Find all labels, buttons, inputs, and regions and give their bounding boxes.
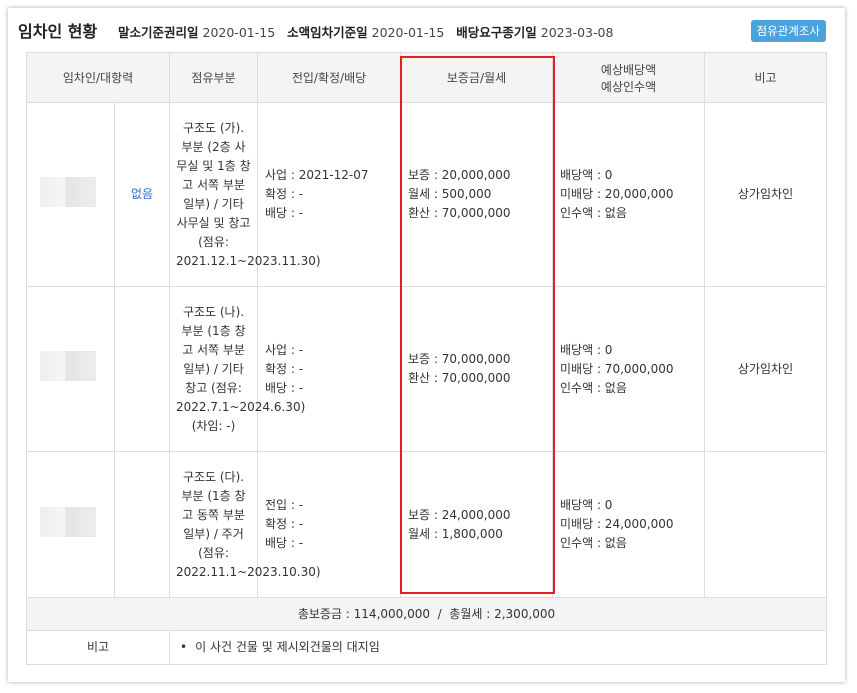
deposit-line: 보증 : 70,000,000 — [408, 352, 511, 366]
table-row: 없음 구조도 (가). 부분 (2층 사무실 및 1층 창고 서쪽 부분 일부)… — [26, 102, 828, 287]
confirm-line: 확정 : - — [265, 361, 304, 376]
redacted-block — [40, 506, 96, 537]
dividend-amount: 배당액 : 0 — [560, 168, 613, 182]
row-note — [704, 451, 828, 598]
assumed-amount: 인수액 : 없음 — [560, 536, 627, 550]
col-header-expected-assumed: 예상인수액 — [600, 79, 657, 94]
assumed-amount: 인수액 : 없음 — [560, 206, 627, 220]
tenant-name-redacted — [26, 451, 115, 598]
move-in-line: 사업 : - — [265, 342, 304, 357]
date-label: 소액임차기준일 — [287, 25, 368, 40]
col-header-expected: 예상배당액 예상인수액 — [552, 52, 706, 103]
tenant-table: 임차인/대항력 점유부분 전입/확정/배당 보증금/월세 예상배당액 예상인수액… — [25, 52, 828, 665]
opposing-power — [113, 286, 171, 452]
total-row: 총보증금 : 114,000,000 / 총월세 : 2,300,000 — [25, 597, 828, 631]
rent-line: 월세 : 1,800,000 — [408, 526, 503, 541]
remarks-value: • 이 사건 건물 및 제시외건물의 대지임 — [169, 630, 828, 665]
total-summary: 총보증금 : 114,000,000 / 총월세 : 2,300,000 — [25, 597, 828, 631]
tenant-name-redacted — [26, 286, 115, 452]
tenant-name-redacted — [26, 102, 115, 287]
confirm-line: 확정 : - — [265, 517, 304, 531]
deposit-line: 보증 : 24,000,000 — [408, 507, 511, 522]
expected-info: 배당액 : 0 미배당 : 70,000,000 인수액 : 없음 — [552, 286, 706, 452]
bullet-icon: • — [180, 640, 188, 654]
date-label: 배당요구종기일 — [456, 25, 537, 40]
dividend-line: 배당 : - — [265, 536, 304, 550]
row-note: 상가임차인 — [704, 286, 828, 452]
move-in-line: 전입 : - — [265, 498, 304, 512]
move-in-info: 사업 : - 확정 : - 배당 : - — [257, 286, 402, 452]
col-header-tenant: 임차인/대항력 — [25, 52, 171, 103]
converted-line: 환산 : 70,000,000 — [408, 371, 511, 385]
dividend-line: 배당 : - — [265, 380, 304, 395]
converted-line: 환산 : 70,000,000 — [408, 206, 511, 220]
rent-line: 월세 : 500,000 — [408, 187, 492, 201]
opposing-power — [113, 451, 171, 598]
remarks-item: 이 사건 건물 및 제시외건물의 대지임 — [195, 640, 380, 654]
table-row: 구조도 (다). 부분 (1층 창고 동쪽 부분 일부) / 주거 (점유: 2… — [26, 451, 828, 598]
dividend-amount: 배당액 : 0 — [560, 342, 613, 357]
occupancy-part: 구조도 (다). 부분 (1층 창고 동쪽 부분 일부) / 주거 (점유: 2… — [169, 451, 321, 598]
date-label: 말소기준권리일 — [118, 25, 199, 40]
move-in-line: 사업 : 2021-12-07 — [265, 168, 369, 182]
redacted-block — [40, 176, 96, 207]
row-note: 상가임차인 — [704, 102, 828, 287]
tenant-status-header: 임차인 현황 말소기준권리일 2020-01-15 소액임차기준일 2020-0… — [18, 14, 826, 44]
remarks-label: 비고 — [25, 630, 171, 665]
date-value: 2023-03-08 — [540, 25, 614, 40]
undistributed-amount: 미배당 : 20,000,000 — [560, 187, 674, 201]
expected-info: 배당액 : 0 미배당 : 24,000,000 인수액 : 없음 — [552, 451, 706, 598]
page-title: 임차인 현황 — [18, 22, 98, 41]
col-header-expected-dividend: 예상배당액 — [600, 62, 657, 77]
opposing-power[interactable]: 없음 — [113, 102, 171, 287]
deposit-info: 보증 : 20,000,000 월세 : 500,000 환산 : 70,000… — [400, 102, 554, 287]
dividend-amount: 배당액 : 0 — [560, 498, 613, 512]
col-header-note: 비고 — [704, 52, 828, 103]
undistributed-amount: 미배당 : 70,000,000 — [560, 361, 674, 376]
redacted-block — [40, 351, 96, 381]
col-header-occupancy: 점유부분 — [169, 52, 259, 103]
confirm-line: 확정 : - — [265, 187, 304, 201]
deposit-info: 보증 : 24,000,000 월세 : 1,800,000 — [400, 451, 554, 598]
col-header-deposit: 보증금/월세 — [400, 52, 554, 103]
key-dates: 말소기준권리일 2020-01-15 소액임차기준일 2020-01-15 배당… — [118, 22, 621, 41]
occupancy-survey-button[interactable]: 점유관계조사 — [750, 20, 826, 42]
col-header-move-in: 전입/확정/배당 — [257, 52, 402, 103]
date-value: 2020-01-15 — [371, 25, 445, 40]
date-value: 2020-01-15 — [202, 25, 276, 40]
occupancy-part: 구조도 (나). 부분 (1층 창고 서쪽 부분 일부) / 기타 창고 (점유… — [169, 286, 305, 452]
dividend-line: 배당 : - — [265, 206, 304, 220]
undistributed-amount: 미배당 : 24,000,000 — [560, 517, 674, 531]
expected-info: 배당액 : 0 미배당 : 20,000,000 인수액 : 없음 — [552, 102, 706, 287]
occupancy-part: 구조도 (가). 부분 (2층 사무실 및 1층 창고 서쪽 부분 일부) / … — [169, 102, 321, 287]
deposit-line: 보증 : 20,000,000 — [408, 168, 511, 182]
remarks-row: 비고 • 이 사건 건물 및 제시외건물의 대지임 — [25, 630, 828, 665]
assumed-amount: 인수액 : 없음 — [560, 380, 627, 395]
deposit-info: 보증 : 70,000,000 환산 : 70,000,000 — [400, 286, 554, 452]
table-row: 구조도 (나). 부분 (1층 창고 서쪽 부분 일부) / 기타 창고 (점유… — [26, 286, 828, 452]
